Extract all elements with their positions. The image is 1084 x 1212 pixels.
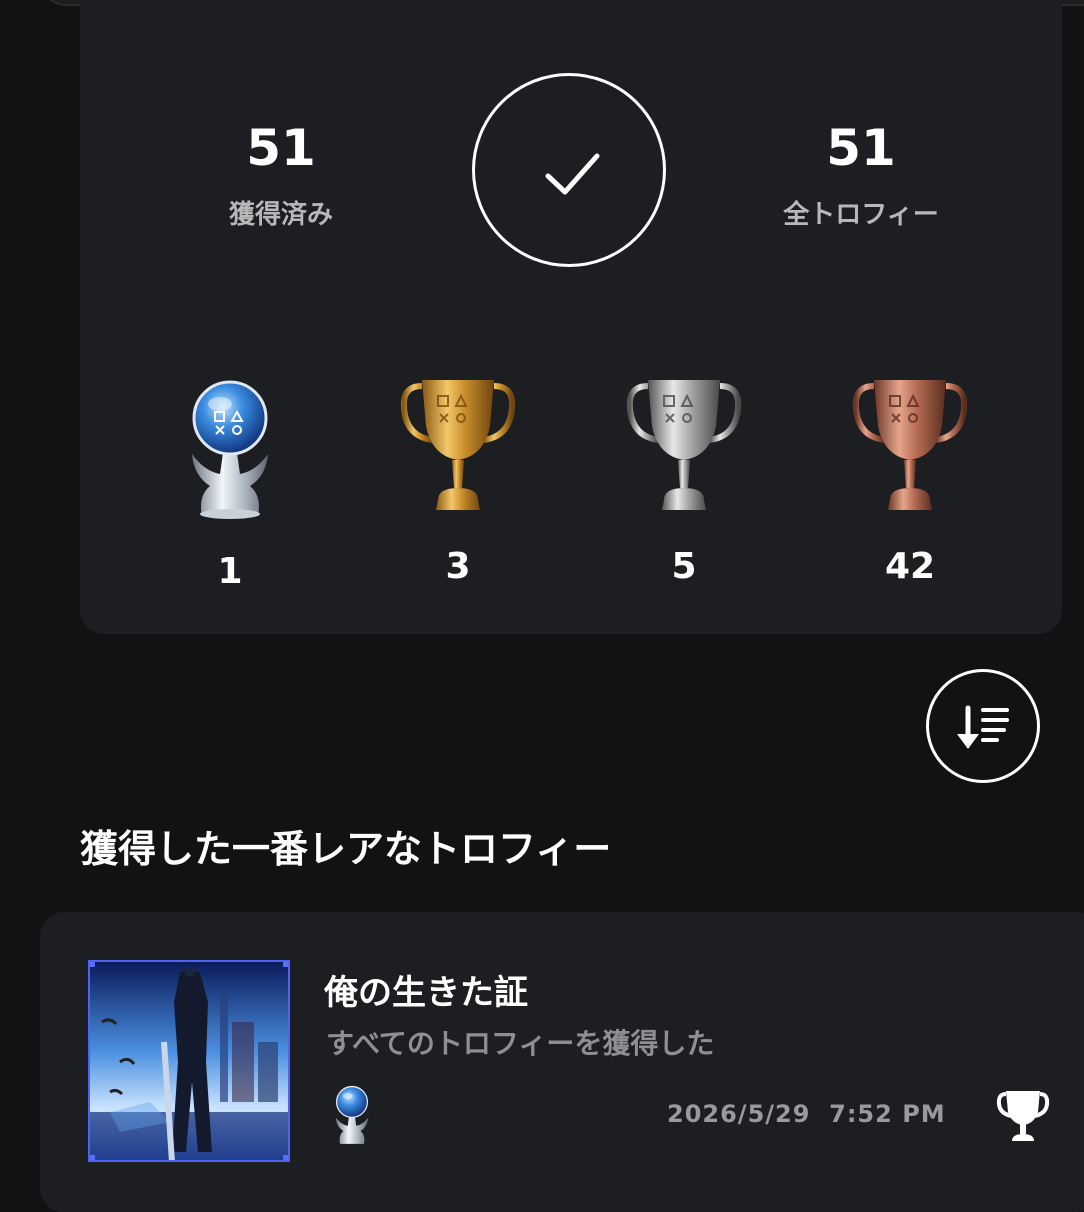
bronze-count: 42 [884, 546, 936, 587]
platinum-count: 1 [217, 551, 243, 592]
platinum-trophy-icon [192, 380, 268, 519]
earned-stat: 51 獲得済み [131, 118, 431, 231]
sort-descending-icon [957, 705, 1009, 749]
gold-count: 3 [445, 546, 471, 587]
trophy-grade-badge [330, 1084, 374, 1150]
total-count: 51 [826, 119, 896, 177]
earned-label: 獲得済み [228, 200, 333, 230]
trophy-grade-silver: 5 [584, 376, 784, 587]
trophy-list-button[interactable] [996, 1088, 1050, 1148]
earned-count: 51 [246, 119, 316, 177]
sort-button[interactable] [926, 669, 1040, 783]
gold-trophy-icon [400, 380, 516, 510]
trophy-grade-bronze: 42 [810, 376, 1010, 587]
section-title-rarest: 獲得した一番レアなトロフィー [80, 827, 612, 871]
completion-badge [472, 73, 666, 267]
bronze-trophy-icon [852, 380, 968, 510]
total-label: 全トロフィー [783, 200, 939, 230]
platinum-trophy-icon [335, 1085, 369, 1144]
trophy-artwork-thumbnail [88, 960, 290, 1162]
earned-date: 2026/5/29 7:52 PM [667, 1100, 946, 1128]
trophy-cup-icon [996, 1091, 1050, 1141]
trophy-description: すべてのトロフィーを獲得した [326, 1027, 715, 1060]
trophy-grade-gold: 3 [358, 376, 558, 587]
silver-trophy-icon [626, 380, 742, 510]
trophy-grade-platinum: 1 [130, 376, 330, 592]
trophy-name: 俺の生きた証 [324, 973, 528, 1013]
total-stat: 51 全トロフィー [711, 118, 1011, 231]
silver-count: 5 [671, 546, 697, 587]
checkmark-icon [545, 153, 600, 195]
